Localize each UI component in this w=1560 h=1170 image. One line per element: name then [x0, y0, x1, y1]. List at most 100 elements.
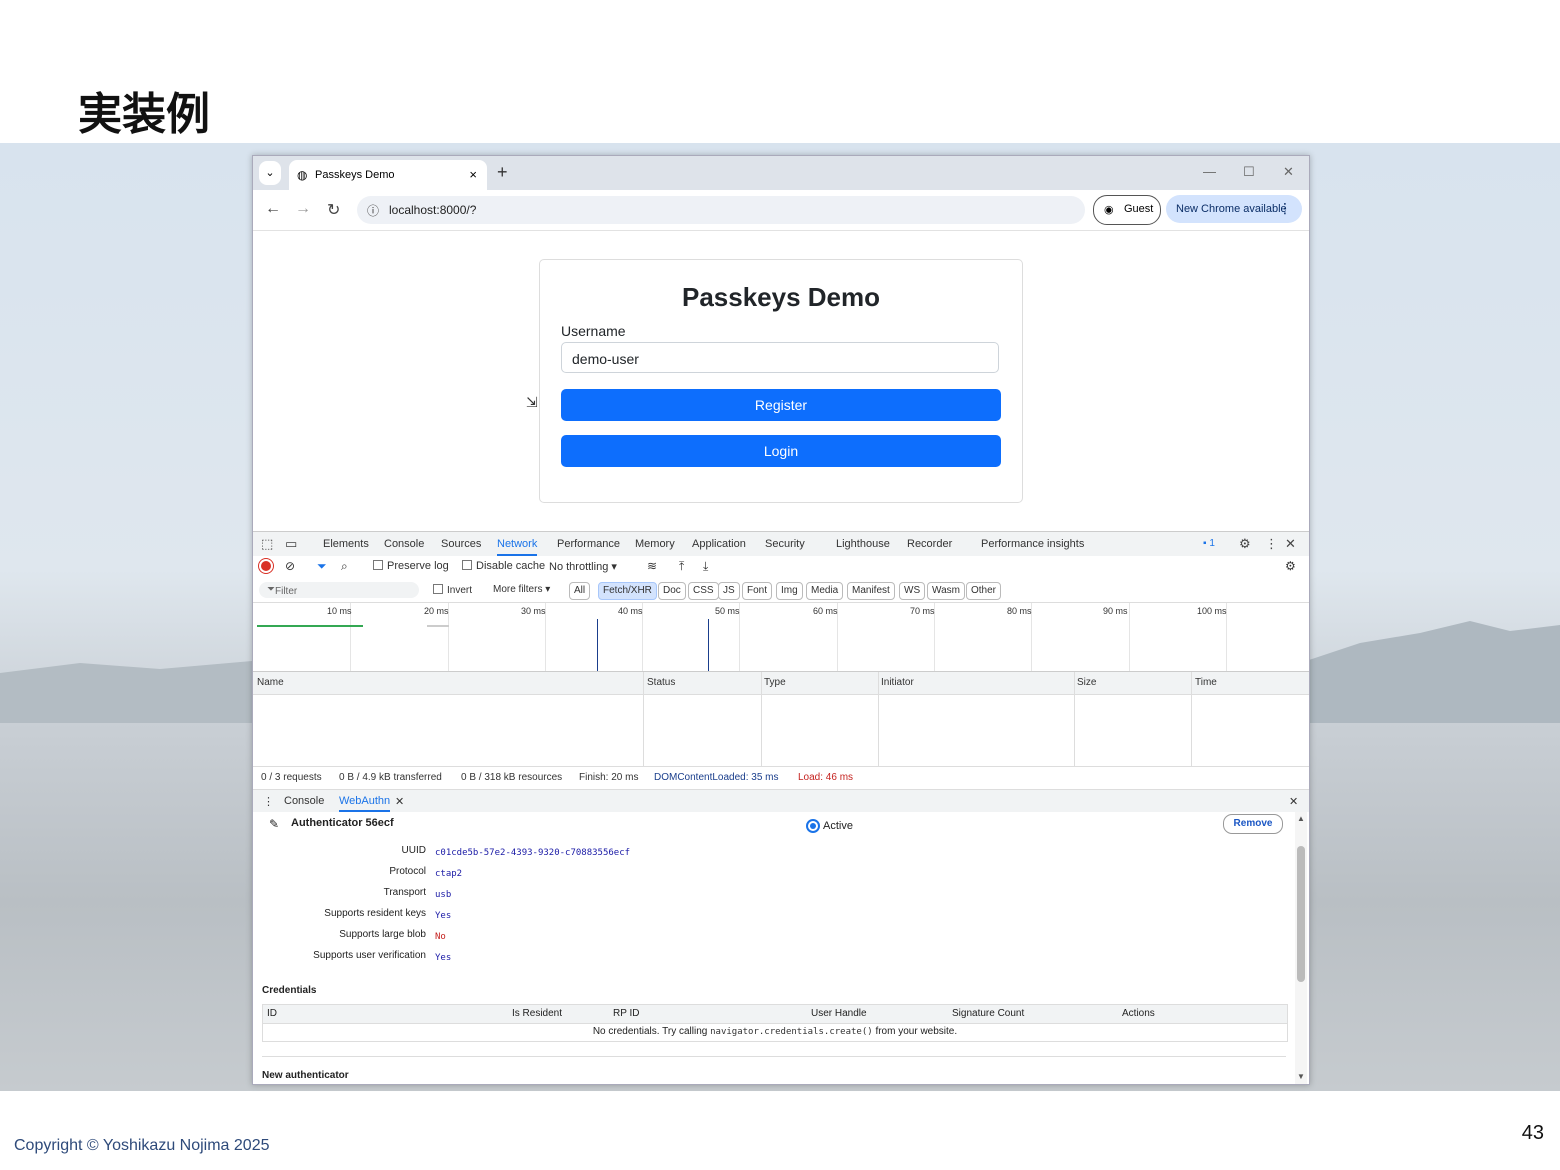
reload-icon[interactable]: ↻ — [327, 200, 340, 220]
network-toolbar: ⊘ ⏷ ⌕ Preserve log Disable cache No thro… — [253, 556, 1309, 579]
tab-performance-insights[interactable]: Performance insights — [981, 538, 1084, 550]
chip-manifest[interactable]: Manifest — [847, 582, 895, 600]
address-bar[interactable]: ⓘ localhost:8000/? — [357, 196, 1085, 224]
disable-cache-checkbox[interactable]: Disable cache — [462, 560, 545, 572]
divider — [262, 1056, 1286, 1057]
prop-value: usb — [435, 890, 452, 900]
scroll-down-icon[interactable]: ▼ — [1297, 1072, 1305, 1081]
chip-other[interactable]: Other — [966, 582, 1002, 600]
tab-application[interactable]: Application — [692, 538, 746, 550]
active-radio[interactable] — [806, 819, 820, 833]
tab-elements[interactable]: Elements — [323, 538, 369, 550]
slide-title: 実装例 — [78, 89, 210, 140]
chrome-update-button[interactable]: New Chrome available ⋮ — [1166, 195, 1302, 223]
tab-memory[interactable]: Memory — [635, 538, 675, 550]
minimize-icon[interactable]: — — [1203, 164, 1216, 179]
search-icon[interactable]: ⌕ — [341, 559, 348, 574]
tab-console[interactable]: Console — [384, 538, 424, 550]
tab-security[interactable]: Security — [765, 538, 805, 550]
chip-js[interactable]: JS — [718, 582, 740, 600]
invert-checkbox[interactable]: Invert — [433, 584, 472, 596]
maximize-icon[interactable]: ☐ — [1243, 164, 1255, 180]
scrollbar-thumb[interactable] — [1297, 846, 1305, 982]
filter-input[interactable]: ⏷ Filter — [259, 582, 419, 598]
copyright-text: Copyright © Yoshikazu Nojima 2025 — [14, 1137, 270, 1154]
col-initiator[interactable]: Initiator — [881, 677, 914, 688]
credentials-table-header: ID Is Resident RP ID User Handle Signatu… — [262, 1004, 1288, 1024]
network-settings-icon[interactable]: ⚙ — [1285, 559, 1296, 573]
chip-doc[interactable]: Doc — [658, 582, 686, 600]
tab-title: Passkeys Demo — [315, 169, 395, 181]
clear-icon[interactable]: ⊘ — [285, 559, 295, 573]
prop-label: Transport — [383, 887, 426, 898]
import-har-icon[interactable]: ⤒ — [679, 559, 684, 574]
col-size[interactable]: Size — [1077, 677, 1096, 688]
forward-icon[interactable]: → — [295, 200, 311, 218]
guest-profile-button[interactable]: ◉ Guest — [1093, 195, 1161, 225]
inspect-element-icon[interactable]: ⬚ — [261, 536, 273, 552]
timeline-label: 70 ms — [910, 606, 935, 616]
prop-label: Protocol — [389, 866, 426, 877]
prop-value: Yes — [435, 911, 452, 921]
drawer-tab-console[interactable]: Console — [284, 795, 324, 807]
issues-badge[interactable]: ▪ 1 — [1203, 538, 1215, 549]
scroll-up-icon[interactable]: ▲ — [1297, 814, 1305, 823]
page-heading: Passkeys Demo — [681, 282, 881, 312]
tab-search-button[interactable]: ⌄ — [259, 161, 281, 185]
more-filters-dropdown[interactable]: More filters ▾ — [493, 584, 550, 595]
close-window-icon[interactable]: ✕ — [1283, 164, 1294, 180]
chip-ws[interactable]: WS — [899, 582, 926, 600]
col-name[interactable]: Name — [257, 677, 284, 688]
update-label: New Chrome available — [1176, 203, 1287, 215]
browser-tab[interactable]: ◍ Passkeys Demo × — [289, 160, 487, 190]
filter-icon[interactable]: ⏷ — [317, 559, 327, 574]
chip-fetch-xhr[interactable]: Fetch/XHR — [598, 582, 657, 600]
prop-label: Supports resident keys — [324, 908, 426, 919]
timeline-label: 50 ms — [715, 606, 740, 616]
remove-button[interactable]: Remove — [1223, 814, 1283, 834]
drawer-menu-icon[interactable]: ⋮ — [263, 795, 274, 808]
gear-icon[interactable]: ⚙ — [1239, 536, 1251, 552]
record-icon[interactable] — [261, 561, 271, 571]
invert-label: Invert — [447, 585, 473, 596]
login-button[interactable]: Login — [561, 435, 1001, 467]
tab-lighthouse[interactable]: Lighthouse — [836, 538, 890, 550]
close-devtools-icon[interactable]: ✕ — [1285, 536, 1296, 552]
panel-scrollbar[interactable]: ▲ ▼ — [1295, 812, 1307, 1084]
close-tab-icon[interactable]: × — [469, 167, 477, 182]
chip-font[interactable]: Font — [742, 582, 773, 600]
tab-sources[interactable]: Sources — [441, 538, 481, 550]
network-conditions-icon[interactable]: ≋ — [647, 559, 657, 573]
drawer-tab-webauthn[interactable]: WebAuthn — [339, 795, 391, 812]
devtools-menu-icon[interactable]: ⋮ — [1265, 536, 1278, 552]
page-number: 43 — [1521, 1122, 1544, 1144]
close-drawer-icon[interactable]: ✕ — [1289, 795, 1298, 808]
register-button[interactable]: Register — [561, 389, 1001, 421]
export-har-icon[interactable]: ⤓ — [703, 559, 708, 574]
chip-img[interactable]: Img — [776, 582, 803, 600]
tab-performance[interactable]: Performance — [557, 538, 620, 550]
chip-media[interactable]: Media — [806, 582, 844, 600]
drawer-tab-bar: ⋮ Console WebAuthn ✕ ✕ — [253, 790, 1309, 813]
filter-bar: ⏷ Filter Invert More filters ▾ All Fetch… — [253, 578, 1309, 603]
disable-cache-label: Disable cache — [476, 560, 546, 572]
device-toolbar-icon[interactable]: ▭ — [285, 536, 297, 552]
tab-network[interactable]: Network — [497, 538, 538, 556]
preserve-log-checkbox[interactable]: Preserve log — [373, 560, 449, 572]
site-info-icon[interactable]: ⓘ — [367, 202, 379, 219]
throttling-select[interactable]: No throttling ▾ — [549, 560, 617, 573]
tab-recorder[interactable]: Recorder — [907, 538, 952, 550]
network-timeline[interactable]: 10 ms 20 ms 30 ms 40 ms 50 ms 60 ms 70 m… — [253, 603, 1309, 672]
new-tab-button[interactable]: + — [497, 162, 508, 183]
username-input[interactable]: demo-user — [561, 342, 999, 373]
col-type[interactable]: Type — [764, 677, 786, 688]
chip-all[interactable]: All — [569, 582, 591, 600]
chip-wasm[interactable]: Wasm — [927, 582, 965, 600]
close-webauthn-tab-icon[interactable]: ✕ — [395, 795, 404, 808]
col-status[interactable]: Status — [647, 677, 675, 688]
back-icon[interactable]: ← — [265, 200, 281, 218]
kebab-menu-icon[interactable]: ⋮ — [1278, 200, 1292, 217]
pencil-icon[interactable]: ✎ — [269, 817, 279, 831]
chip-css[interactable]: CSS — [688, 582, 719, 600]
col-time[interactable]: Time — [1195, 677, 1217, 688]
